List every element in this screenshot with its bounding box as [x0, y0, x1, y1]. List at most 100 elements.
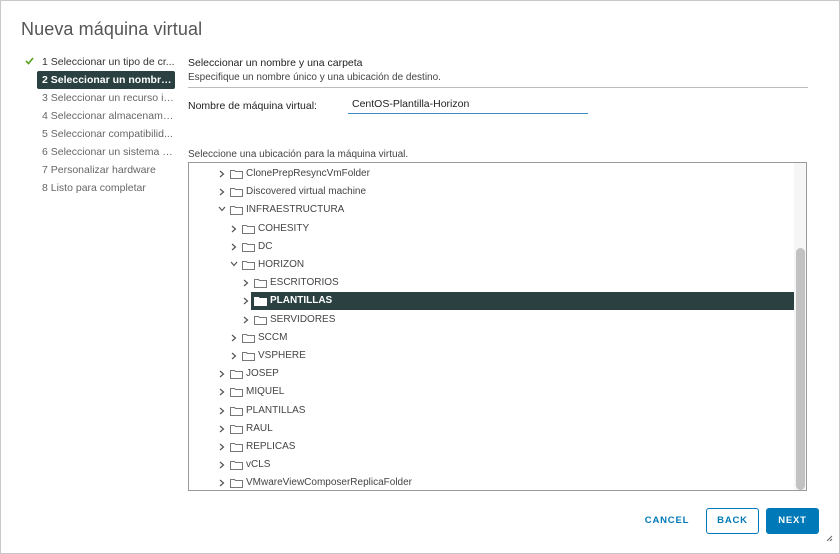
folder-icon: [242, 329, 256, 347]
cancel-button[interactable]: CANCEL: [637, 508, 697, 534]
wizard-steps: 1 Seleccionar un tipo de cr... 2 Seleccio…: [25, 53, 175, 197]
tree-node[interactable]: PLANTILLAS: [189, 402, 795, 420]
folder-icon: [254, 274, 268, 292]
tree-node[interactable]: ESCRITORIOS: [189, 274, 795, 292]
tree-node[interactable]: MIQUEL: [189, 383, 795, 401]
tree-node-label: vCLS: [246, 459, 271, 471]
tree-node-label: Discovered virtual machine: [246, 186, 367, 198]
wizard-step-label: 5 Seleccionar compatibilid...: [42, 128, 173, 140]
section-title: Seleccionar un nombre y una carpeta: [188, 57, 363, 69]
wizard-step-label: 7 Personalizar hardware: [42, 164, 156, 176]
tree-node-label: PLANTILLAS: [270, 295, 333, 307]
wizard-step-6: 6 Seleccionar un sistema o...: [37, 143, 175, 161]
chevron-right-icon[interactable]: [219, 165, 229, 183]
folder-icon: [242, 256, 256, 274]
chevron-right-icon[interactable]: [219, 183, 229, 201]
tree-scrollbar[interactable]: [794, 163, 806, 490]
divider: [188, 87, 808, 88]
folder-icon: [230, 456, 244, 474]
selection-highlight: [251, 292, 795, 311]
chevron-right-icon[interactable]: [243, 292, 253, 310]
tree-node[interactable]: VSPHERE: [189, 347, 795, 365]
tree-node-label: SCCM: [258, 331, 288, 343]
tree-node-label: JOSEP: [246, 368, 279, 380]
wizard-step-label: 3 Seleccionar un recurso in...: [42, 92, 175, 104]
chevron-right-icon[interactable]: [231, 238, 241, 256]
wizard-step-7: 7 Personalizar hardware: [37, 161, 175, 179]
chevron-down-icon[interactable]: [230, 256, 240, 274]
folder-icon: [230, 365, 244, 383]
tree-node-label: ESCRITORIOS: [270, 277, 339, 289]
dialog-title: Nueva máquina virtual: [21, 19, 203, 39]
chevron-right-icon[interactable]: [243, 274, 253, 292]
wizard-step-2[interactable]: 2 Seleccionar un nombre y ...: [37, 71, 175, 89]
tree-node[interactable]: Discovered virtual machine: [189, 183, 795, 201]
chevron-right-icon[interactable]: [219, 402, 229, 420]
wizard-step-label: 8 Listo para completar: [42, 182, 146, 194]
chevron-right-icon[interactable]: [219, 383, 229, 401]
tree-scrollbar-thumb[interactable]: [796, 248, 805, 490]
tree-node[interactable]: vCLS: [189, 456, 795, 474]
section-subtitle: Especifique un nombre único y una ubicac…: [188, 72, 441, 83]
folder-icon: [254, 292, 268, 310]
tree-node[interactable]: RAUL: [189, 420, 795, 438]
tree-node[interactable]: COHESITY: [189, 220, 795, 238]
checkmark-icon: [25, 53, 34, 65]
tree-node-label: COHESITY: [258, 222, 310, 234]
tree-node-label: INFRAESTRUCTURA: [246, 204, 345, 216]
wizard-step-label: 6 Seleccionar un sistema o...: [42, 146, 175, 158]
chevron-right-icon[interactable]: [219, 438, 229, 456]
tree-node[interactable]: ClonePrepResyncVmFolder: [189, 165, 795, 183]
folder-icon: [230, 402, 244, 420]
tree-node[interactable]: SCCM: [189, 329, 795, 347]
tree-node[interactable]: VMwareViewComposerReplicaFolder: [189, 474, 795, 490]
tree-node[interactable]: INFRAESTRUCTURA: [189, 201, 795, 219]
tree-node[interactable]: PLANTILLAS: [189, 292, 795, 311]
back-button[interactable]: BACK: [706, 508, 759, 534]
tree-node[interactable]: REPLICAS: [189, 438, 795, 456]
chevron-right-icon[interactable]: [231, 347, 241, 365]
folder-icon: [230, 474, 244, 490]
tree-node[interactable]: DC: [189, 238, 795, 256]
chevron-right-icon[interactable]: [231, 220, 241, 238]
chevron-right-icon[interactable]: [243, 311, 253, 329]
next-button[interactable]: NEXT: [766, 508, 819, 534]
tree-node-label: REPLICAS: [246, 441, 296, 452]
chevron-right-icon[interactable]: [219, 365, 229, 383]
wizard-step-3: 3 Seleccionar un recurso in...: [37, 89, 175, 107]
tree-node-label: MIQUEL: [246, 386, 285, 398]
chevron-right-icon[interactable]: [219, 456, 229, 474]
tree-node-label: HORIZON: [258, 259, 305, 270]
vm-name-label: Nombre de máquina virtual:: [188, 100, 317, 112]
wizard-step-5: 5 Seleccionar compatibilid...: [37, 125, 175, 143]
folder-icon: [230, 183, 244, 201]
wizard-step-8: 8 Listo para completar: [37, 179, 175, 197]
chevron-down-icon[interactable]: [218, 201, 228, 219]
chevron-right-icon[interactable]: [231, 329, 241, 347]
folder-icon: [230, 420, 244, 438]
tree-node-label: ClonePrepResyncVmFolder: [246, 168, 370, 179]
folder-icon: [230, 201, 244, 219]
wizard-step-label: 2 Seleccionar un nombre y ...: [42, 74, 175, 86]
tree-node[interactable]: SERVIDORES: [189, 311, 795, 329]
folder-icon: [230, 383, 244, 401]
tree-node[interactable]: JOSEP: [189, 365, 795, 383]
chevron-right-icon[interactable]: [219, 420, 229, 438]
location-label: Seleccione una ubicación para la máquina…: [188, 149, 409, 160]
folder-icon: [242, 220, 256, 238]
wizard-step-label: 1 Seleccionar un tipo de cr...: [42, 56, 175, 68]
folder-tree[interactable]: VMwareViewComposerReplicaFolder vCLS REPLI…: [188, 162, 807, 491]
tree-node-label: VMwareViewComposerReplicaFolder: [246, 477, 412, 489]
tree-node-label: DC: [258, 240, 273, 252]
tree-node-label: VSPHERE: [258, 350, 306, 361]
tree-node-label: SERVIDORES: [270, 313, 336, 325]
tree-node-label: RAUL: [246, 422, 273, 434]
tree-node[interactable]: HORIZON: [189, 256, 795, 274]
wizard-step-label: 4 Seleccionar almacenamie...: [42, 110, 175, 122]
folder-icon: [254, 311, 268, 329]
tree-node-label: PLANTILLAS: [246, 404, 306, 416]
vm-name-input[interactable]: [348, 95, 588, 114]
chevron-right-icon[interactable]: [219, 474, 229, 490]
resize-handle-icon[interactable]: [826, 529, 833, 547]
wizard-step-1[interactable]: 1 Seleccionar un tipo de cr...: [37, 53, 175, 71]
